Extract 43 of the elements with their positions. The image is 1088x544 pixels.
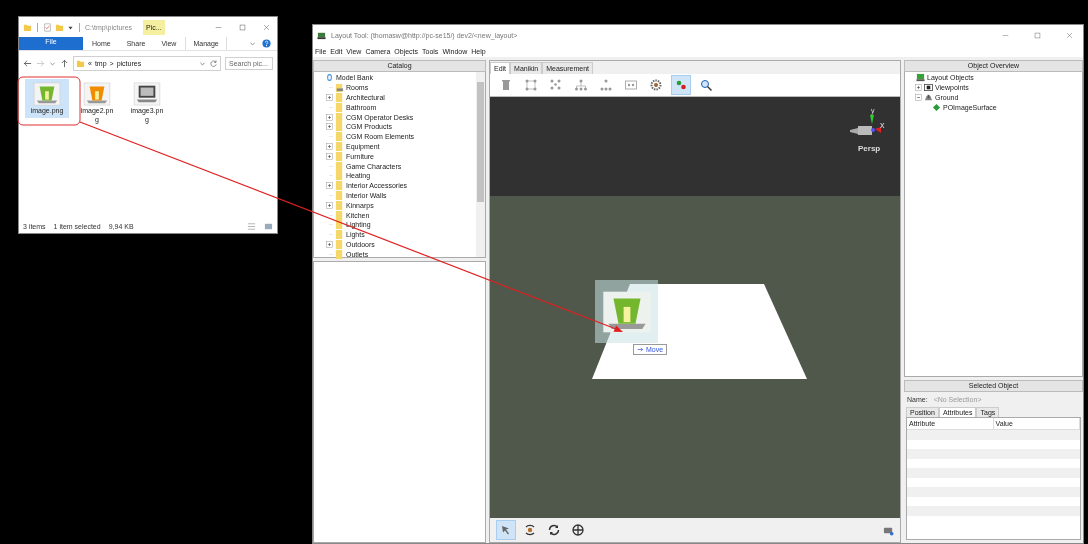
- cursor-icon[interactable]: [496, 520, 516, 540]
- layout-icon: [916, 73, 925, 83]
- forward-arrow-icon[interactable]: [36, 59, 45, 68]
- expand-icon[interactable]: [326, 240, 333, 248]
- back-arrow-icon[interactable]: [23, 59, 32, 68]
- expand-icon[interactable]: [326, 182, 333, 190]
- chevron-down-icon[interactable]: [249, 40, 256, 47]
- highlight-frame: [17, 76, 81, 126]
- chevron-down-icon[interactable]: [49, 60, 56, 67]
- close-icon[interactable]: [263, 23, 270, 31]
- monitor-thumbnail-icon: [133, 82, 161, 106]
- expand-icon[interactable]: [326, 113, 333, 121]
- scrollbar[interactable]: [476, 72, 485, 257]
- camera-icon: [924, 83, 933, 93]
- close-icon[interactable]: [1066, 31, 1073, 39]
- diamond-icon: [932, 102, 941, 112]
- arrow-right-icon: [637, 346, 644, 353]
- maximize-icon[interactable]: [1034, 31, 1041, 39]
- image-thumbnail-icon: [83, 82, 111, 106]
- expand-icon[interactable]: [326, 94, 333, 101]
- bucket-icon: [600, 289, 653, 334]
- expand-icon[interactable]: [326, 152, 333, 160]
- up-arrow-icon[interactable]: [60, 59, 69, 68]
- expand-icon[interactable]: [326, 142, 333, 150]
- room-icon: [335, 83, 344, 93]
- app-icon: [317, 30, 326, 40]
- folder-icon[interactable]: [23, 22, 32, 32]
- expand-icon[interactable]: [326, 123, 333, 131]
- refresh-icon[interactable]: [209, 59, 218, 68]
- maximize-icon[interactable]: [239, 23, 246, 31]
- chevron-down-icon[interactable]: [199, 60, 206, 67]
- expand-icon[interactable]: [326, 201, 333, 209]
- image-thumbnail-icon: [33, 82, 61, 106]
- expand-icon[interactable]: [915, 84, 922, 92]
- folder-icon: [76, 59, 85, 68]
- details-view-icon[interactable]: [247, 221, 256, 231]
- thumbnail-view-icon[interactable]: [264, 221, 273, 231]
- help-icon[interactable]: [262, 39, 271, 48]
- ground-icon: [924, 93, 933, 102]
- database-icon: [325, 73, 334, 83]
- colored-dots-icon[interactable]: [671, 75, 691, 95]
- properties-icon[interactable]: [43, 22, 52, 32]
- collapse-icon[interactable]: [915, 94, 922, 101]
